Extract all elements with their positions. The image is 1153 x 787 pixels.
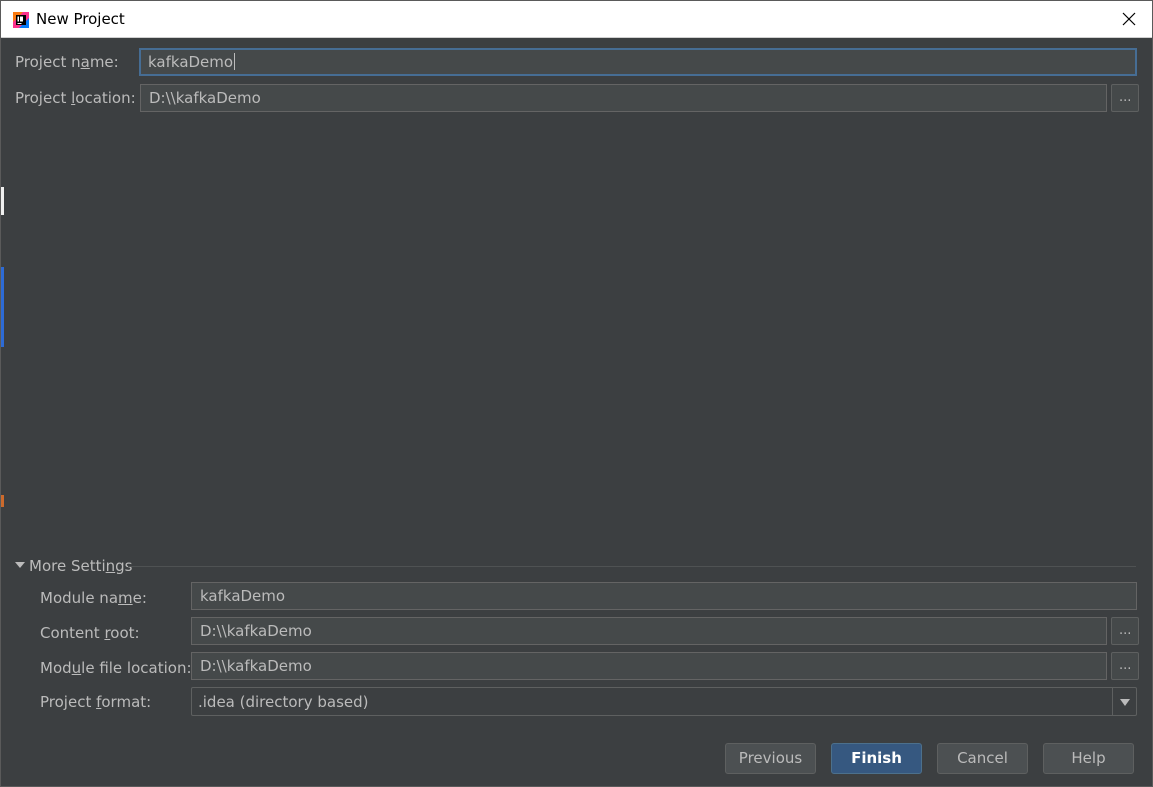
content-root-browse-button[interactable]: ... [1111,617,1139,645]
project-format-select[interactable]: .idea (directory based) [191,687,1137,716]
module-name-label: Module name: [40,589,147,607]
module-file-location-input[interactable]: D:\\kafkaDemo [191,652,1107,680]
cancel-button[interactable]: Cancel [937,743,1028,774]
module-file-location-label: Module file location: [40,659,192,677]
new-project-dialog: New Project Project name: kafkaDemo Proj… [0,0,1153,787]
project-location-browse-button[interactable]: ... [1111,84,1139,112]
section-divider [128,566,1136,567]
text-caret [234,53,236,70]
ellipsis-icon: ... [1119,90,1132,105]
project-format-label: Project format: [40,693,152,711]
module-file-location-browse-button[interactable]: ... [1111,652,1139,680]
project-name-input[interactable]: kafkaDemo [139,48,1137,76]
close-button[interactable] [1114,5,1144,33]
title-bar: New Project [1,1,1152,38]
more-settings-label: More Settings [29,557,133,575]
finish-button[interactable]: Finish [831,743,922,774]
project-location-input[interactable]: D:\\kafkaDemo [140,84,1107,112]
project-location-label: Project location: [15,89,136,107]
left-edge-accent [1,187,4,215]
chevron-down-icon [1120,699,1130,706]
close-icon [1122,12,1136,26]
left-edge-accent [1,267,4,347]
ellipsis-icon: ... [1119,658,1132,673]
content-root-input[interactable]: D:\\kafkaDemo [191,617,1107,645]
module-name-input[interactable]: kafkaDemo [191,582,1137,610]
content-root-label: Content root: [40,624,140,642]
ellipsis-icon: ... [1119,623,1132,638]
help-button[interactable]: Help [1043,743,1134,774]
intellij-idea-icon [13,12,29,28]
project-format-value: .idea (directory based) [198,693,369,711]
previous-button[interactable]: Previous [725,743,816,774]
left-edge-accent [1,495,4,507]
project-name-label: Project name: [15,53,119,71]
expand-triangle-icon [15,562,25,568]
dropdown-arrow[interactable] [1112,688,1136,715]
window-title: New Project [36,10,125,28]
